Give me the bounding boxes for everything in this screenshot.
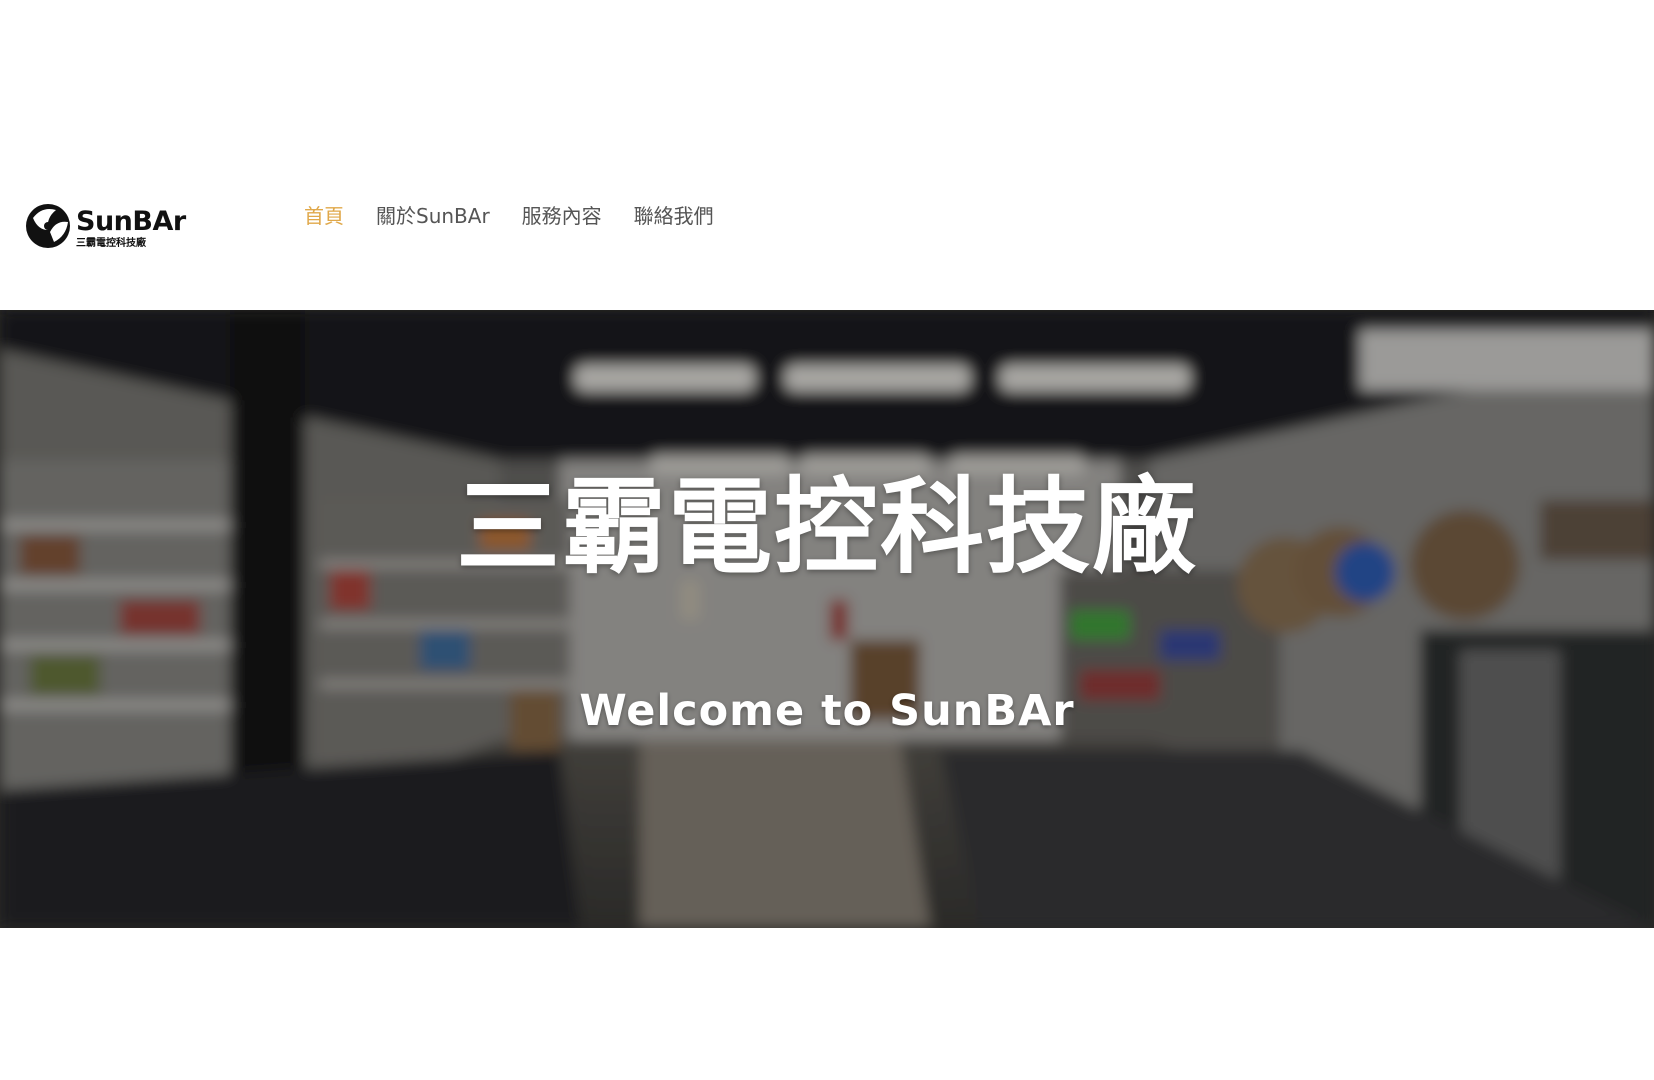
logo-mark-icon [26, 204, 70, 248]
logo-subtitle: 三霸電控科技廠 [76, 238, 146, 249]
nav-item-services[interactable]: 服務內容 [522, 203, 602, 229]
hero-title: 三霸電控科技廠 [455, 466, 1198, 588]
nav-item-contact[interactable]: 聯絡我們 [634, 203, 714, 229]
nav-item-about[interactable]: 關於SunBAr [376, 203, 490, 229]
page: SunBAr 三霸電控科技廠 首頁 關於SunBAr 服務內容 聯絡我們 三霸電… [0, 0, 1654, 1080]
site-logo[interactable]: SunBAr 三霸電控科技廠 [24, 196, 224, 256]
nav-item-home[interactable]: 首頁 [304, 203, 344, 229]
logo-wordmark: SunBAr [76, 206, 186, 237]
hero-subtitle: Welcome to SunBAr [579, 686, 1075, 736]
hero-banner: 三霸電控科技廠 Welcome to SunBAr [0, 310, 1654, 928]
hero-dark-overlay [0, 310, 1654, 928]
main-nav: 首頁 關於SunBAr 服務內容 聯絡我們 [304, 203, 746, 229]
site-header: SunBAr 三霸電控科技廠 首頁 關於SunBAr 服務內容 聯絡我們 [0, 180, 1654, 270]
